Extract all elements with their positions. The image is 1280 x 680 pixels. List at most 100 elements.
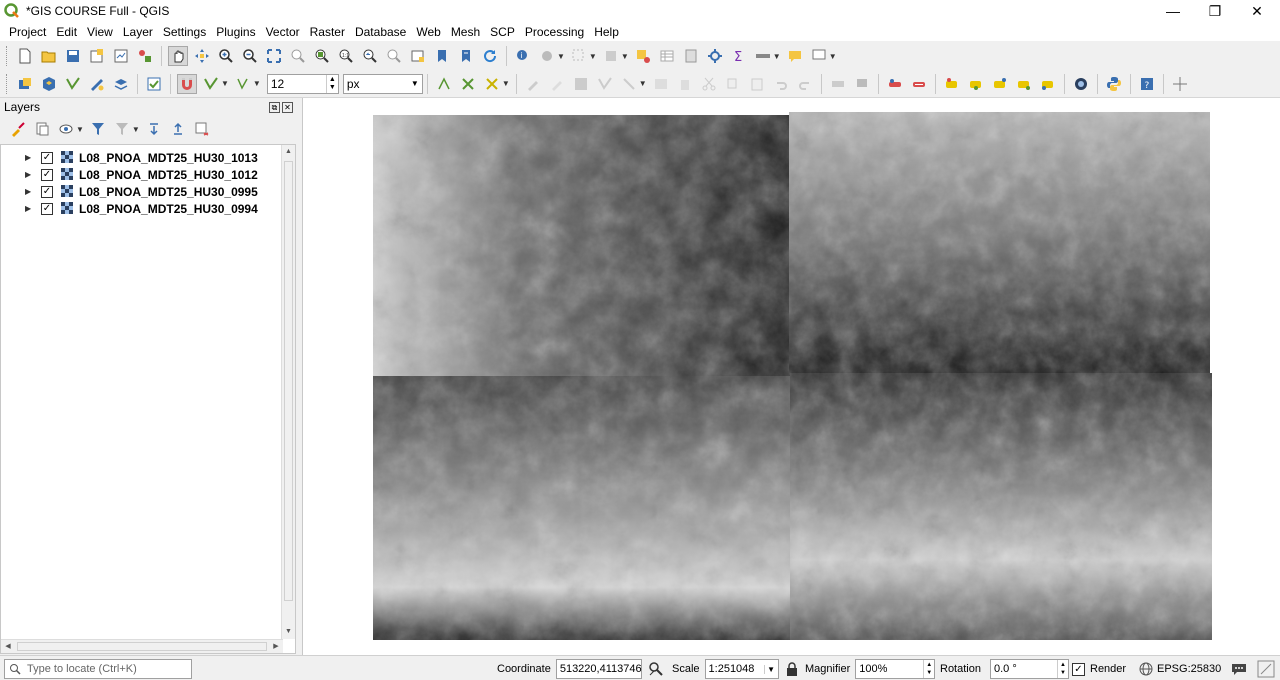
add-layer-group-icon[interactable] (111, 74, 131, 94)
crs-label[interactable]: EPSG:25830 (1157, 663, 1221, 675)
toggle-editing-icon[interactable] (547, 74, 567, 94)
filter-by-expression-icon[interactable] (112, 119, 132, 139)
expand-arrow-icon[interactable]: ▶ (25, 153, 35, 162)
raster-tile-bottom-right[interactable] (790, 373, 1212, 640)
raster-tile-top-right[interactable] (789, 112, 1210, 376)
open-layer-styling-icon[interactable] (8, 119, 28, 139)
new-geopackage-icon[interactable] (39, 74, 59, 94)
snap-type-icon[interactable] (233, 74, 253, 94)
new-print-layout-icon[interactable] (87, 46, 107, 66)
python-console-icon[interactable] (1104, 74, 1124, 94)
add-raster-layer-icon[interactable] (87, 74, 107, 94)
layer-labeling-icon[interactable] (852, 74, 872, 94)
magnifier-arrows-icon[interactable]: ▲ ▼ (923, 660, 934, 678)
scp-band-set-icon[interactable] (885, 74, 905, 94)
scale-combo[interactable]: 1:251048 ▼ (704, 659, 779, 679)
modify-attributes-icon[interactable] (651, 74, 671, 94)
undo-icon[interactable] (771, 74, 791, 94)
annotation-dropdown-icon[interactable]: ▼ (829, 52, 837, 61)
toolbar-handle-2[interactable] (6, 73, 9, 94)
save-edits-icon[interactable] (571, 74, 591, 94)
save-project-icon[interactable] (63, 46, 83, 66)
self-snapping-dropdown-icon[interactable]: ▼ (502, 79, 510, 88)
snapping-unit-select[interactable]: px ▼ (342, 73, 423, 94)
close-button[interactable]: ✕ (1237, 0, 1277, 22)
refresh-icon[interactable] (480, 46, 500, 66)
expand-arrow-icon[interactable]: ▶ (25, 204, 35, 213)
actions-dropdown-icon[interactable]: ▼ (557, 52, 565, 61)
menu-plugins[interactable]: Plugins (211, 23, 260, 41)
snapping-tolerance-value[interactable]: 12 (268, 77, 326, 91)
help-icon[interactable]: ? (1137, 74, 1157, 94)
crs-section[interactable]: EPSG:25830 (1139, 659, 1221, 679)
render-checkbox[interactable]: ✓ (1072, 662, 1085, 676)
layer-item[interactable]: ▶ ✓ L08_PNOA_MDT25_HU30_0995 (1, 183, 281, 200)
layer-visibility-checkbox[interactable]: ✓ (41, 151, 53, 164)
scroll-right-icon[interactable]: ▶ (269, 640, 283, 654)
layer-visibility-checkbox[interactable]: ✓ (41, 168, 53, 181)
identify-features-icon[interactable]: i (513, 46, 533, 66)
zoom-out-icon[interactable] (240, 46, 260, 66)
menu-project[interactable]: Project (4, 23, 51, 41)
remove-layer-icon[interactable] (192, 119, 212, 139)
minimize-button[interactable]: — (1153, 0, 1193, 22)
menu-scp[interactable]: SCP (485, 23, 520, 41)
pan-to-selection-icon[interactable] (192, 46, 212, 66)
new-project-icon[interactable] (15, 46, 35, 66)
metasearch-icon[interactable] (1071, 74, 1091, 94)
collapse-all-icon[interactable] (168, 119, 188, 139)
select-dropdown-icon[interactable]: ▼ (589, 52, 597, 61)
restore-button[interactable]: ❐ (1195, 0, 1235, 22)
menu-raster[interactable]: Raster (305, 23, 350, 41)
vertex-tool-icon[interactable] (619, 74, 639, 94)
label-tool-icon[interactable] (828, 74, 848, 94)
filter-legend-icon[interactable] (88, 119, 108, 139)
delete-selected-icon[interactable] (675, 74, 695, 94)
tolerance-stepper-icon[interactable]: ▲ ▼ (325, 74, 338, 93)
filter-expression-dropdown-icon[interactable]: ▼ (132, 125, 140, 134)
field-calculator-icon[interactable] (681, 46, 701, 66)
layers-vertical-scrollbar[interactable]: ▲ ▼ (281, 145, 295, 639)
layer-item[interactable]: ▶ ✓ L08_PNOA_MDT25_HU30_1012 (1, 166, 281, 183)
expand-all-icon[interactable] (144, 119, 164, 139)
scp-roi-icon[interactable] (909, 74, 929, 94)
locator-search-input[interactable]: Type to locate (Ctrl+K) (4, 659, 192, 679)
raster-tile-bottom-left[interactable] (373, 376, 791, 640)
current-edits-icon[interactable] (523, 74, 543, 94)
copy-features-icon[interactable] (723, 74, 743, 94)
zoom-full-icon[interactable] (264, 46, 284, 66)
globe-icon[interactable] (1139, 662, 1153, 676)
lock-icon[interactable] (786, 662, 798, 676)
coordinate-field[interactable]: 513220,4113746 (555, 659, 642, 679)
zoom-to-selection-icon[interactable] (288, 46, 308, 66)
layer-name[interactable]: L08_PNOA_MDT25_HU30_0994 (79, 202, 258, 216)
scp-tool-2-icon[interactable] (966, 74, 986, 94)
scroll-left-icon[interactable]: ◀ (1, 640, 15, 654)
layer-visibility-checkbox[interactable]: ✓ (41, 185, 53, 198)
layer-name[interactable]: L08_PNOA_MDT25_HU30_1012 (79, 168, 258, 182)
statistical-summary-icon[interactable]: Σ (729, 46, 749, 66)
snap-vertex-icon[interactable] (201, 74, 221, 94)
attribute-table-icon[interactable] (657, 46, 677, 66)
layout-manager-icon[interactable] (111, 46, 131, 66)
map-canvas[interactable] (302, 98, 1280, 655)
processing-toolbox-icon[interactable] (705, 46, 725, 66)
expand-arrow-icon[interactable]: ▶ (25, 187, 35, 196)
scp-tool-1-icon[interactable] (942, 74, 962, 94)
magnifier-value[interactable]: 100% (859, 663, 887, 675)
scroll-thumb[interactable] (284, 161, 293, 601)
chevron-down-icon[interactable]: ▼ (408, 79, 422, 88)
scp-tool-4-icon[interactable] (1014, 74, 1034, 94)
actions-icon[interactable] (537, 46, 557, 66)
snap-intersection-icon[interactable] (458, 74, 478, 94)
scale-value[interactable]: 1:251048 (709, 663, 755, 675)
measure-icon[interactable] (753, 46, 773, 66)
toolbar-handle[interactable] (6, 46, 9, 66)
scp-tool-3-icon[interactable] (990, 74, 1010, 94)
zoom-in-icon[interactable] (216, 46, 236, 66)
rotation-stepper[interactable]: 0.0 ° ▲ ▼ (989, 659, 1069, 679)
layer-item[interactable]: ▶ ✓ L08_PNOA_MDT25_HU30_0994 (1, 200, 281, 217)
coordinate-capture-icon[interactable] (1170, 74, 1190, 94)
resize-grip-icon[interactable] (1257, 660, 1275, 678)
layer-item[interactable]: ▶ ✓ L08_PNOA_MDT25_HU30_1013 (1, 149, 281, 166)
